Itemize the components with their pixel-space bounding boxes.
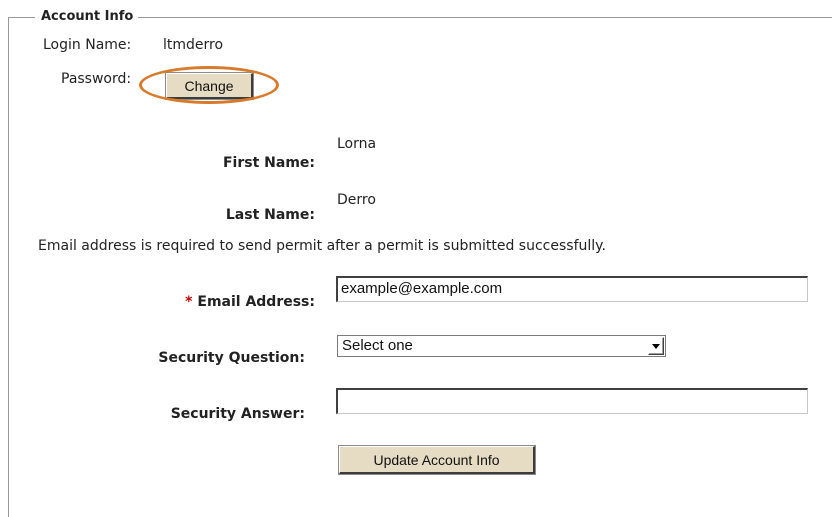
last-name-label: Last Name: [225, 207, 315, 223]
security-question-selected: Select one [342, 337, 413, 354]
security-answer-input[interactable] [336, 388, 808, 414]
email-address-label: * Email Address: [185, 294, 315, 311]
last-name-value: Derro [337, 192, 376, 208]
security-question-select[interactable]: Select one [337, 335, 666, 357]
chevron-down-icon[interactable] [648, 337, 664, 355]
update-account-info-button[interactable]: Update Account Info [339, 446, 535, 474]
account-info-legend: Account Info [35, 9, 139, 25]
login-name-label: Login Name: [43, 37, 132, 53]
required-marker: * [185, 294, 193, 310]
email-address-input[interactable]: example@example.com [336, 276, 808, 302]
account-info-fieldset [8, 17, 832, 517]
security-answer-label: Security Answer: [170, 406, 305, 422]
security-question-label: Security Question: [158, 350, 305, 366]
first-name-value: Lorna [337, 136, 377, 152]
email-required-notice: Email address is required to send permit… [38, 238, 606, 254]
change-password-button[interactable]: Change [166, 73, 253, 99]
password-label: Password: [61, 71, 132, 87]
email-address-label-text: Email Address: [197, 294, 315, 310]
login-name-value: ltmderro [163, 37, 224, 53]
first-name-label: First Name: [222, 155, 315, 171]
